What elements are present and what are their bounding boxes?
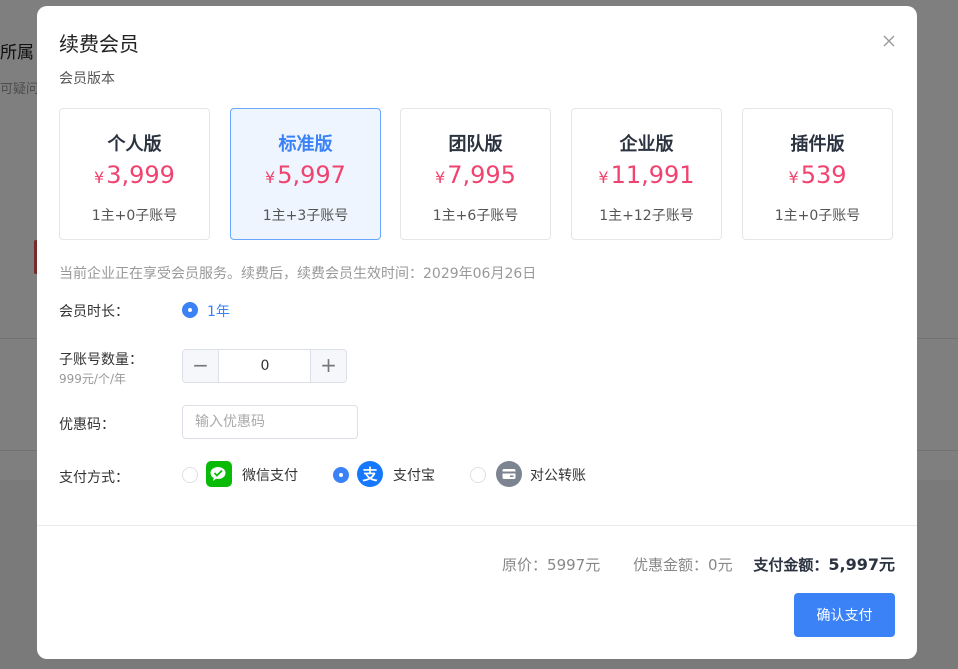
plan-name: 插件版 bbox=[790, 134, 845, 155]
subaccount-label: 子账号数量： bbox=[59, 352, 143, 368]
plan-accounts: 1主+0子账号 bbox=[774, 208, 861, 224]
payment-summary: 原价：5997元 优惠金额：0元 支付金额：5,997元 bbox=[502, 551, 895, 575]
close-icon bbox=[883, 35, 895, 47]
original-price-label: 原价： bbox=[502, 556, 548, 574]
duration-radio[interactable] bbox=[182, 302, 198, 318]
bank-transfer-radio[interactable] bbox=[470, 467, 486, 483]
plan-accounts: 1主+12子账号 bbox=[599, 208, 694, 224]
wechat-pay-radio[interactable] bbox=[182, 467, 198, 483]
coupon-input[interactable] bbox=[182, 405, 358, 439]
wechat-pay-icon bbox=[206, 461, 232, 487]
plan-name: 团队版 bbox=[448, 134, 503, 155]
increment-button[interactable]: + bbox=[310, 350, 346, 382]
plan-card-team[interactable]: 团队版 ¥7,995 1主+6子账号 bbox=[400, 108, 551, 240]
plan-price: ¥7,995 bbox=[435, 161, 516, 189]
plan-card-enterprise[interactable]: 企业版 ¥11,991 1主+12子账号 bbox=[571, 108, 722, 240]
plan-price: ¥11,991 bbox=[598, 161, 695, 189]
renew-membership-dialog: 续费会员 会员版本 个人版 ¥3,999 1主+0子账号 标准版 ¥5,997 … bbox=[37, 6, 917, 659]
discount-value: 0元 bbox=[708, 556, 733, 574]
alipay-icon: 支 bbox=[357, 461, 383, 487]
plan-section-label: 会员版本 bbox=[59, 71, 115, 87]
total-label: 支付金额： bbox=[753, 556, 829, 574]
plan-accounts: 1主+0子账号 bbox=[91, 208, 178, 224]
plan-name: 企业版 bbox=[619, 134, 674, 155]
coupon-label: 优惠码： bbox=[59, 417, 115, 433]
duration-option-label[interactable]: 1年 bbox=[207, 301, 230, 321]
close-button[interactable] bbox=[878, 30, 900, 52]
subaccount-stepper: − + bbox=[182, 349, 347, 383]
decrement-button[interactable]: − bbox=[183, 350, 219, 382]
plan-price: ¥539 bbox=[788, 161, 847, 189]
svg-text:支: 支 bbox=[361, 466, 378, 484]
plan-name: 标准版 bbox=[278, 134, 333, 155]
plan-card-personal[interactable]: 个人版 ¥3,999 1主+0子账号 bbox=[59, 108, 210, 240]
plan-accounts: 1主+6子账号 bbox=[432, 208, 519, 224]
plan-price: ¥3,999 bbox=[94, 161, 175, 189]
original-price-value: 5997元 bbox=[547, 556, 601, 574]
dialog-title: 续费会员 bbox=[59, 32, 139, 56]
bank-transfer-label[interactable]: 对公转账 bbox=[530, 465, 586, 485]
footer-divider bbox=[37, 525, 917, 526]
bank-transfer-icon bbox=[496, 461, 522, 487]
membership-notice: 当前企业正在享受会员服务。续费后，续费会员生效时间：2029年06月26日 bbox=[59, 266, 537, 282]
wechat-pay-label[interactable]: 微信支付 bbox=[242, 465, 298, 485]
payment-label: 支付方式： bbox=[59, 470, 129, 486]
plan-accounts: 1主+3子账号 bbox=[262, 208, 349, 224]
alipay-radio[interactable] bbox=[333, 467, 349, 483]
discount-label: 优惠金额： bbox=[633, 556, 709, 574]
total-value: 5,997元 bbox=[828, 555, 895, 574]
plan-price: ¥5,997 bbox=[265, 161, 346, 189]
plan-card-standard[interactable]: 标准版 ¥5,997 1主+3子账号 bbox=[230, 108, 381, 240]
subaccount-unit-price: 999元/个/年 bbox=[59, 372, 126, 386]
duration-label: 会员时长： bbox=[59, 304, 129, 320]
plan-card-plugin[interactable]: 插件版 ¥539 1主+0子账号 bbox=[742, 108, 893, 240]
confirm-payment-button[interactable]: 确认支付 bbox=[794, 593, 895, 637]
subaccount-quantity-input[interactable] bbox=[219, 350, 311, 382]
alipay-label[interactable]: 支付宝 bbox=[393, 465, 435, 485]
plan-name: 个人版 bbox=[107, 134, 162, 155]
